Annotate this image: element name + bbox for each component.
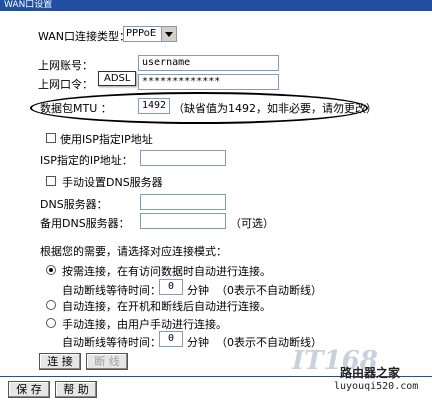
dns-primary-input[interactable] xyxy=(140,194,226,210)
connection-type-select[interactable]: PPPoE xyxy=(123,26,177,42)
idle1-unit: 分钟 xyxy=(187,284,209,297)
dns-manual-checkbox-label: 手动设置DNS服务器 xyxy=(62,176,163,189)
mode-manual-label: 手动连接，由用户手动进行连接。 xyxy=(62,318,227,331)
idle1-input[interactable]: 0 xyxy=(159,279,183,295)
mode-prompt: 根据您的需要，请选择对应连接模式： xyxy=(40,245,227,258)
mtu-input[interactable]: 1492 xyxy=(138,98,170,114)
mode-auto-label: 自动连接，在开机和断线后自动进行连接。 xyxy=(62,300,271,313)
idle1-prefix: 自动断线等待时间： xyxy=(62,284,161,297)
isp-ip-label: ISP指定的IP地址： xyxy=(40,154,133,167)
mtu-label: 数据包MTU ： xyxy=(40,102,112,115)
watermark-url: luyouqi520.com xyxy=(334,381,419,392)
isp-ip-input[interactable] xyxy=(140,150,226,166)
dns-secondary-hint: （可选） xyxy=(230,217,274,230)
dns-manual-checkbox[interactable] xyxy=(46,176,56,186)
isp-ip-checkbox[interactable] xyxy=(46,133,56,143)
mtu-hint: （缺省值为1492，如非必要，请勿更改） xyxy=(173,102,377,115)
connection-type-value: PPPoE xyxy=(126,28,157,39)
password-label: 上网口令： xyxy=(38,78,93,91)
isp-ip-checkbox-label: 使用ISP指定IP地址 xyxy=(60,133,153,146)
idle2-unit: 分钟 xyxy=(187,336,209,349)
account-label: 上网账号： xyxy=(38,59,93,72)
idle2-input[interactable]: 0 xyxy=(159,331,183,347)
idle2-prefix: 自动断线等待时间： xyxy=(62,336,161,349)
mode-auto-radio[interactable] xyxy=(46,300,56,310)
connection-type-label: WAN口连接类型： xyxy=(38,30,131,43)
chevron-down-icon[interactable] xyxy=(161,27,176,41)
connect-button[interactable]: 连 接 xyxy=(39,353,81,370)
dns-secondary-label: 备用DNS服务器： xyxy=(40,217,130,230)
mode-on-demand-radio[interactable] xyxy=(46,265,56,275)
mode-on-demand-label: 按需连接，在有访问数据时自动进行连接。 xyxy=(62,265,271,278)
help-button[interactable]: 帮 助 xyxy=(55,381,97,398)
password-input[interactable]: ************* xyxy=(138,74,279,90)
dns-secondary-input[interactable] xyxy=(140,213,226,229)
dns-primary-label: DNS服务器： xyxy=(40,198,108,211)
save-button[interactable]: 保 存 xyxy=(8,381,50,398)
mode-manual-radio[interactable] xyxy=(46,318,56,328)
window-title-bar: WAN口设置 xyxy=(0,0,432,11)
watermark-site-name: 路由器之家 xyxy=(340,366,401,380)
idle1-note: （0表示不自动断线） xyxy=(216,284,322,297)
account-input[interactable]: username xyxy=(138,55,279,71)
adsl-tooltip: ADSL xyxy=(98,71,137,86)
disconnect-button[interactable]: 断 线 xyxy=(86,353,128,370)
window-title: WAN口设置 xyxy=(4,0,53,10)
